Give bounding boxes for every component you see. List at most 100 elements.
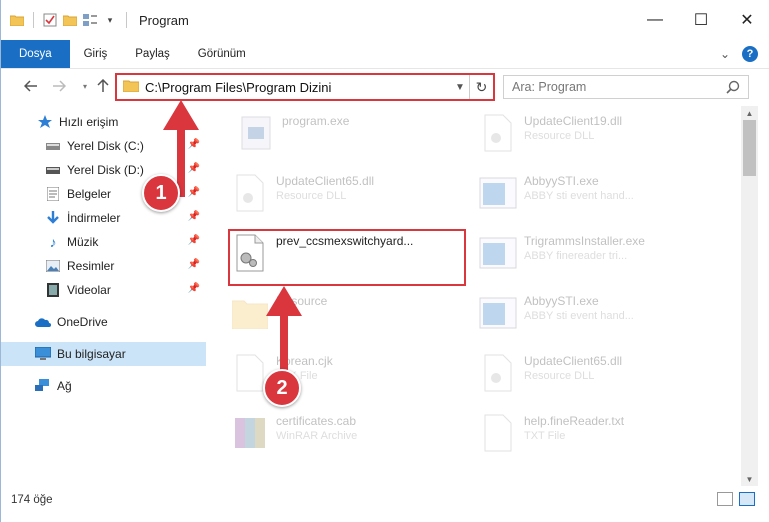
sidebar-item-label: Videolar [67, 283, 111, 297]
details-view-icon[interactable] [717, 492, 733, 506]
file-item[interactable]: UpdateClient65.dll Resource DLL [230, 170, 470, 224]
sidebar-item-label: Bu bilgisayar [57, 347, 126, 361]
up-arrow-icon[interactable] [95, 78, 111, 94]
sidebar-item-pictures[interactable]: Resimler 📌 [1, 254, 206, 278]
new-folder-icon[interactable] [62, 12, 78, 28]
status-bar: 174 öğe [1, 488, 769, 512]
star-icon [37, 114, 53, 130]
video-icon [45, 282, 61, 298]
step-1-badge: 1 [142, 174, 180, 212]
customize-toolbar-icon[interactable]: ▾ [102, 12, 118, 28]
refresh-icon[interactable]: ↻ [469, 75, 493, 99]
vertical-scrollbar[interactable]: ▲ ▼ [741, 106, 758, 486]
file-desc: WinRAR Archive [276, 430, 358, 442]
file-name: AbbyySTI.exe [524, 294, 599, 308]
file-item[interactable]: AbbyySTI.exe ABBY sti event hand... [478, 290, 718, 344]
file-name: UpdateClient19.dll [524, 114, 623, 128]
dll-icon [478, 350, 518, 396]
file-item[interactable]: UpdateClient19.dll Resource DLL [478, 110, 718, 164]
chevron-down-icon[interactable]: ▼ [451, 82, 469, 93]
sidebar-item-label: OneDrive [57, 315, 108, 329]
cloud-icon [35, 314, 51, 330]
search-icon[interactable] [726, 80, 740, 97]
folder-icon [122, 79, 140, 95]
sidebar-item-this-pc[interactable]: Bu bilgisayar [1, 342, 206, 366]
file-item[interactable]: program.exe [236, 110, 476, 164]
toolbar-divider [126, 12, 127, 28]
app-icon [478, 230, 518, 276]
app-icon [478, 170, 518, 216]
ribbon-tabs: Dosya Giriş Paylaş Görünüm ⌄ ? [1, 40, 769, 68]
back-arrow-icon[interactable] [23, 78, 39, 94]
item-count: 174 öğe [11, 494, 53, 506]
file-item[interactable]: help.fineReader.txt TXT File [478, 410, 718, 464]
file-item[interactable]: AbbyySTI.exe ABBY sti event hand... [478, 170, 718, 224]
toolbar-divider [33, 12, 34, 28]
title-bar: ▾ Program — ☐ ✕ [1, 0, 769, 40]
file-name: AbbyySTI.exe [524, 174, 599, 188]
quick-access-toolbar: ▾ [1, 0, 131, 40]
archive-icon [230, 410, 270, 456]
sidebar-item-videos[interactable]: Videolar 📌 [1, 278, 206, 302]
sidebar-item-label: Ağ [57, 379, 72, 393]
recent-locations-icon[interactable]: ▾ [77, 78, 93, 94]
pin-icon[interactable]: 📌 [188, 259, 200, 270]
file-item[interactable]: TrigrammsInstaller.exe ABBY finereader tr… [478, 230, 718, 284]
properties-icon[interactable] [42, 12, 58, 28]
explorer-window: ▾ Program — ☐ ✕ Dosya Giriş Paylaş Görün… [0, 0, 769, 522]
window-controls: — ☐ ✕ [632, 0, 769, 40]
search-placeholder: Ara: Program [512, 80, 587, 94]
sidebar-item-onedrive[interactable]: OneDrive [1, 310, 206, 334]
drive-icon [45, 138, 61, 154]
sidebar-item-label: Müzik [67, 235, 99, 249]
help-icon[interactable]: ? [742, 46, 758, 62]
file-name: certificates.cab [276, 414, 357, 428]
file-desc: Resource DLL [524, 370, 595, 382]
pin-icon[interactable]: 📌 [188, 235, 200, 246]
scrollbar-thumb[interactable] [743, 120, 756, 176]
scroll-up-icon[interactable]: ▲ [741, 106, 758, 120]
scroll-down-icon[interactable]: ▼ [741, 472, 758, 486]
dll-icon [478, 110, 518, 156]
sidebar-item-label: Resimler [67, 259, 115, 273]
file-desc: ABBY finereader tri... [524, 250, 628, 262]
search-input[interactable]: Ara: Program [503, 75, 749, 99]
pin-icon[interactable]: 📌 [188, 211, 200, 222]
documents-icon [45, 186, 61, 202]
close-button[interactable]: ✕ [724, 0, 769, 40]
file-name: UpdateClient65.dll [524, 354, 623, 368]
sidebar-item-music[interactable]: ♪ Müzik 📌 [1, 230, 206, 254]
file-name: TrigrammsInstaller.exe [524, 234, 645, 248]
view-options-icon[interactable] [82, 12, 98, 28]
tab-home[interactable]: Giriş [70, 40, 122, 68]
file-desc: Resource DLL [524, 130, 595, 142]
file-desc: Resource DLL [276, 190, 347, 202]
file-name: help.fineReader.txt [524, 414, 625, 428]
sidebar-item-label: Hızlı erişim [59, 115, 119, 129]
file-highlight-box [228, 229, 466, 286]
file-item[interactable]: UpdateClient65.dll Resource DLL [478, 350, 718, 404]
annotation-arrow-2 [266, 286, 302, 377]
chevron-down-icon[interactable]: ⌄ [720, 47, 730, 61]
sidebar-item-network[interactable]: Ağ [1, 374, 206, 398]
dll-icon [230, 170, 270, 216]
tab-share[interactable]: Paylaş [121, 40, 184, 68]
file-icon [478, 410, 518, 456]
drive-icon [45, 162, 61, 178]
large-icons-view-icon[interactable] [739, 492, 755, 506]
sidebar-item-label: Yerel Disk (D:) [67, 163, 144, 177]
tab-file[interactable]: Dosya [1, 40, 70, 68]
network-icon [35, 378, 51, 394]
maximize-button[interactable]: ☐ [678, 0, 724, 40]
tab-view[interactable]: Görünüm [184, 40, 260, 68]
file-name: UpdateClient65.dll [276, 174, 375, 188]
step-2-badge: 2 [263, 369, 301, 407]
address-row: ▾ C:\Program Files\Program Dizini ▼ ↻ Ar… [1, 68, 769, 104]
forward-arrow-icon[interactable] [51, 78, 67, 94]
pin-icon[interactable]: 📌 [188, 283, 200, 294]
file-item[interactable]: certificates.cab WinRAR Archive [230, 410, 470, 464]
file-desc: ABBY sti event hand... [524, 190, 634, 202]
sidebar-item-downloads[interactable]: İndirmeler 📌 [1, 206, 206, 230]
minimize-button[interactable]: — [632, 0, 678, 40]
sidebar-item-label: Belgeler [67, 187, 112, 201]
